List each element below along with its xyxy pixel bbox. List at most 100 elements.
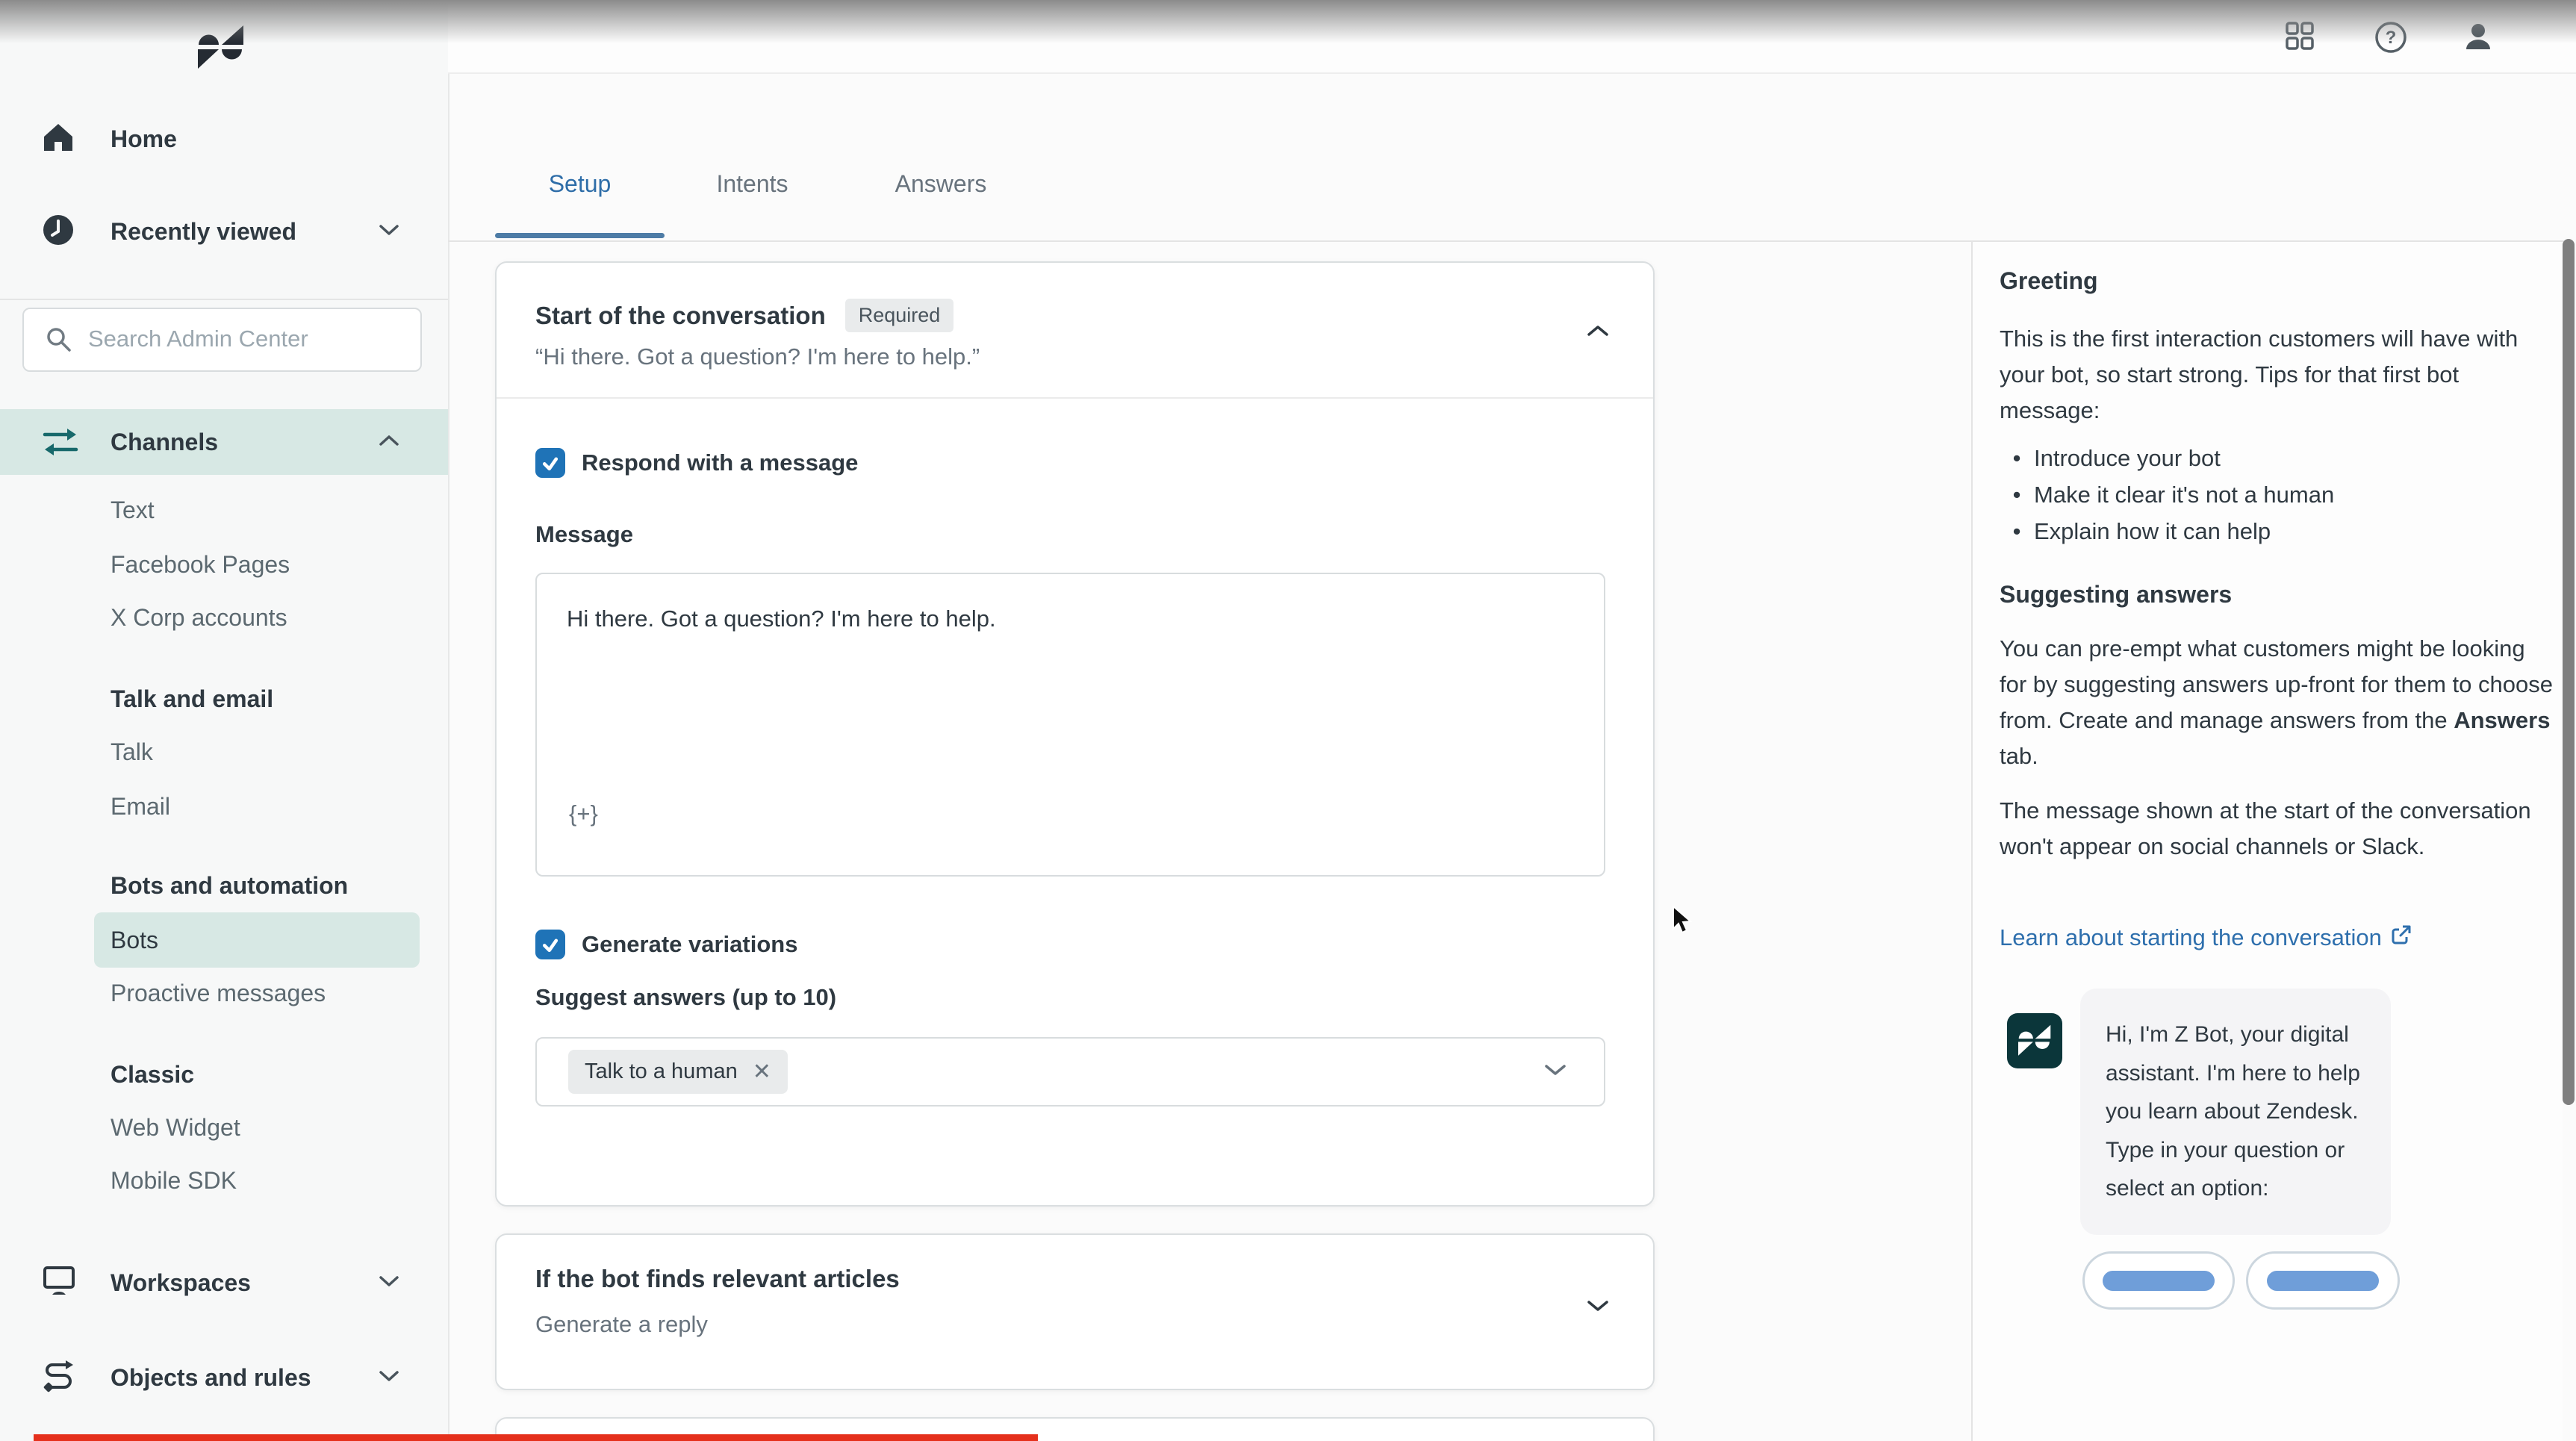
bullet-item: • Explain how it can help — [2000, 514, 2554, 550]
objects-rules-icon — [42, 1359, 76, 1397]
bullet-text: Make it clear it's not a human — [2034, 477, 2334, 514]
bullet-text: Explain how it can help — [2034, 514, 2271, 550]
suggesting-answers-body: You can pre-empt what customers might be… — [2000, 631, 2554, 774]
chevron-down-icon — [377, 1369, 401, 1387]
search-box — [22, 308, 422, 372]
external-link-icon — [2391, 920, 2412, 956]
sidebar-item-proactive-messages[interactable]: Proactive messages — [0, 966, 448, 1020]
required-badge: Required — [845, 299, 954, 332]
body-text: tab. — [2000, 743, 2038, 769]
svg-text:?: ? — [2386, 28, 2397, 48]
pill-placeholder-bar — [2267, 1271, 2379, 1291]
sidebar-item-channels[interactable]: Channels — [0, 415, 448, 469]
generate-variations-row: Generate variations — [535, 930, 797, 959]
learn-link[interactable]: Learn about starting the conversation — [2000, 920, 2554, 956]
tab-setup[interactable]: Setup — [495, 170, 665, 198]
apps-grid-icon[interactable] — [2285, 21, 2315, 55]
message-label: Message — [535, 521, 633, 548]
card-title: If the bot finds relevant articles — [535, 1265, 900, 1293]
quick-reply-pill[interactable] — [2082, 1251, 2235, 1310]
sidebar-item-objects-and-rules[interactable]: Objects and rules — [0, 1351, 448, 1404]
greeting-body: This is the first interaction customers … — [2000, 321, 2554, 429]
sidebar-item-facebook-pages[interactable]: Facebook Pages — [0, 538, 448, 591]
greeting-heading: Greeting — [2000, 263, 2554, 300]
card-subtitle: “Hi there. Got a question? I'm here to h… — [535, 343, 980, 370]
sidebar-item-talk[interactable]: Talk — [0, 725, 448, 779]
tab-answers[interactable]: Answers — [840, 170, 1042, 198]
chevron-down-icon — [377, 222, 401, 241]
bullet-item: • Introduce your bot — [2000, 441, 2554, 477]
sidebar-item-label: Channels — [111, 429, 218, 456]
scrollbar-thumb[interactable] — [2563, 239, 2575, 1105]
bot-message-bubble: Hi, I'm Z Bot, your digital assistant. I… — [2080, 989, 2391, 1235]
search-icon — [45, 326, 73, 358]
sidebar-item-label: Home — [111, 125, 177, 153]
home-icon — [42, 122, 75, 157]
card-subtitle: Generate a reply — [535, 1311, 708, 1338]
respond-checkbox-label: Respond with a message — [582, 449, 858, 476]
message-textarea[interactable]: Hi there. Got a question? I'm here to he… — [535, 573, 1605, 877]
chevron-up-icon — [377, 433, 401, 452]
suggest-answer-tag: Talk to a human ✕ — [568, 1050, 788, 1094]
chevron-down-icon — [377, 1274, 401, 1292]
relevant-articles-card: If the bot finds relevant articles Gener… — [495, 1233, 1655, 1390]
mouse-cursor — [1671, 905, 1701, 942]
channels-arrows-icon — [42, 426, 79, 462]
remove-tag-icon[interactable]: ✕ — [753, 1059, 771, 1085]
tab-intents[interactable]: Intents — [665, 170, 840, 198]
zendesk-logo-small — [2017, 1024, 2052, 1057]
sidebar-item-mobile-sdk[interactable]: Mobile SDK — [0, 1154, 448, 1207]
sidebar-group-talk-and-email: Talk and email — [0, 672, 448, 726]
user-icon[interactable] — [2463, 21, 2494, 56]
sidebar-item-workspaces[interactable]: Workspaces — [0, 1256, 448, 1310]
clock-icon — [42, 214, 75, 250]
variations-checkbox[interactable] — [535, 930, 565, 959]
pill-placeholder-bar — [2103, 1271, 2215, 1291]
card-divider — [497, 397, 1653, 399]
social-channels-note: The message shown at the start of the co… — [2000, 793, 2554, 865]
video-progress-bar — [34, 1434, 1038, 1441]
active-tab-underline — [495, 233, 665, 238]
expand-chevron-down-icon[interactable] — [1584, 1298, 1611, 1318]
greeting-bullets: • Introduce your bot • Make it clear it'… — [2000, 441, 2554, 550]
suggesting-answers-heading: Suggesting answers — [2000, 576, 2554, 614]
suggest-answers-select[interactable]: Talk to a human ✕ — [535, 1037, 1605, 1107]
sidebar-group-classic: Classic — [0, 1048, 448, 1101]
sidebar-item-home[interactable]: Home — [0, 112, 448, 166]
sidebar-item-label: Recently viewed — [111, 218, 296, 246]
variations-checkbox-label: Generate variations — [582, 931, 797, 958]
bullet-dot: • — [2000, 514, 2034, 550]
sidebar-item-email[interactable]: Email — [0, 779, 448, 833]
bullet-dot: • — [2000, 477, 2034, 514]
respond-with-message-row: Respond with a message — [535, 448, 858, 478]
search-input[interactable] — [87, 309, 411, 369]
bullet-item: • Make it clear it's not a human — [2000, 477, 2554, 514]
tag-label: Talk to a human — [585, 1059, 738, 1084]
respond-checkbox[interactable] — [535, 448, 565, 478]
bullet-dot: • — [2000, 441, 2034, 477]
sidebar-item-recently-viewed[interactable]: Recently viewed — [0, 205, 448, 258]
card-header: Start of the conversation Required — [535, 299, 953, 332]
monitor-icon — [42, 1265, 76, 1301]
card-title: Start of the conversation — [535, 302, 826, 330]
sidebar-item-text[interactable]: Text — [0, 483, 448, 537]
bullet-text: Introduce your bot — [2034, 441, 2221, 477]
learn-link-label: Learn about starting the conversation — [2000, 920, 2382, 956]
sidebar-group-bots-and-automation: Bots and automation — [0, 859, 448, 912]
zendesk-logo — [197, 25, 245, 75]
sidebar-item-x-corp-accounts[interactable]: X Corp accounts — [0, 591, 448, 644]
sidebar-item-bots[interactable]: Bots — [0, 913, 448, 967]
sidebar-item-web-widget[interactable]: Web Widget — [0, 1101, 448, 1154]
sidebar-divider — [0, 299, 448, 300]
answers-tab-bold: Answers — [2454, 707, 2550, 733]
help-icon[interactable]: ? — [2374, 21, 2407, 57]
suggest-answers-label: Suggest answers (up to 10) — [535, 984, 836, 1011]
bot-avatar — [2007, 1013, 2062, 1068]
top-bar: ? — [448, 0, 2576, 74]
chevron-down-icon — [1543, 1062, 1568, 1082]
collapse-chevron-up-icon[interactable] — [1584, 323, 1611, 343]
insert-variable-button[interactable]: {+} — [569, 800, 598, 827]
admin-center-app: Home Recently viewed — [0, 0, 2576, 1441]
quick-reply-pill[interactable] — [2246, 1251, 2400, 1310]
start-of-conversation-card: Start of the conversation Required “Hi t… — [495, 261, 1655, 1207]
